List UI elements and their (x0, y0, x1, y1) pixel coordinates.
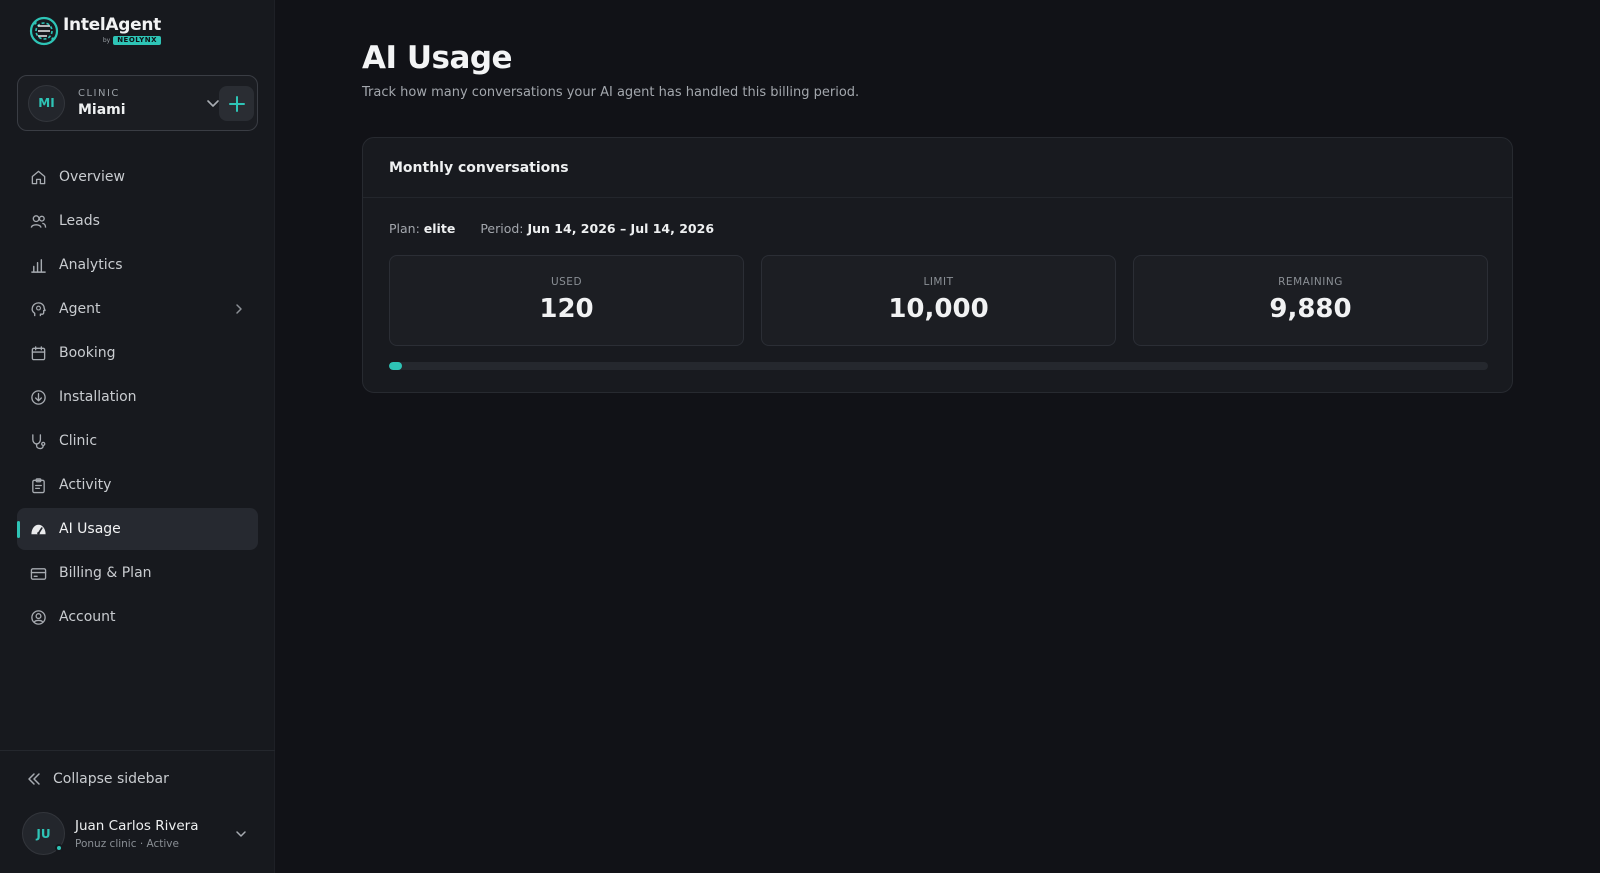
sidebar-item-activity[interactable]: Activity (17, 464, 258, 506)
sidebar-item-label: AI Usage (59, 521, 121, 537)
sidebar: IntelAgent by NEOLYNX MI CLINIC Miami Ov… (0, 0, 275, 873)
sidebar-item-label: Analytics (59, 257, 123, 273)
stat-label: USED (550, 276, 583, 288)
avatar: JU (22, 812, 65, 855)
sidebar-item-billing[interactable]: Billing & Plan (17, 552, 258, 594)
sidebar-item-label: Installation (59, 389, 137, 405)
sidebar-item-label: Overview (59, 169, 125, 185)
collapse-sidebar-button[interactable]: Collapse sidebar (26, 771, 169, 787)
usage-meta: Plan: elite Period: Jun 14, 2026 – Jul 1… (389, 221, 714, 236)
stat-limit: LIMIT 10,000 (761, 255, 1116, 346)
plan-value: elite (423, 221, 456, 236)
user-name: Juan Carlos Rivera (75, 817, 199, 834)
brand-name: IntelAgent (63, 15, 161, 35)
plan-label: Plan: (389, 221, 420, 236)
clipboard-icon (32, 477, 45, 493)
sidebar-item-label: Clinic (59, 433, 98, 449)
plus-icon (228, 95, 245, 112)
add-clinic-button[interactable] (219, 86, 254, 121)
plan-info: Plan: elite (389, 221, 455, 236)
stat-value: 10,000 (888, 294, 989, 324)
sidebar-footer: Collapse sidebar JU Juan Carlos Rivera P… (0, 750, 275, 873)
clinic-avatar: MI (28, 84, 65, 122)
sidebar-item-label: Agent (59, 301, 101, 317)
usage-progress-fill (389, 362, 403, 370)
stat-value: 120 (539, 294, 594, 324)
user-menu[interactable]: JU Juan Carlos Rivera Ponuz clinic · Act… (22, 812, 257, 855)
sidebar-item-label: Booking (59, 345, 116, 361)
stat-label: LIMIT (923, 276, 954, 288)
brand-badge: NEOLYNX (113, 36, 161, 45)
period-value: Jun 14, 2026 – Jul 14, 2026 (527, 221, 715, 236)
double-chevron-left-icon (28, 773, 40, 785)
usage-card: Monthly conversations Plan: elite Period… (362, 137, 1513, 393)
usage-stats: USED 120 LIMIT 10,000 REMAINING 9,880 (389, 255, 1488, 346)
bar-chart-icon (31, 258, 46, 273)
chevron-down-icon[interactable] (233, 826, 249, 842)
clinic-kicker: CLINIC (78, 88, 120, 99)
sidebar-item-label: Account (59, 609, 116, 625)
sidebar-item-label: Activity (59, 477, 112, 493)
sidebar-item-overview[interactable]: Overview (17, 156, 258, 198)
sidebar-item-booking[interactable]: Booking (17, 332, 258, 374)
calendar-icon (31, 345, 46, 360)
sidebar-nav: Overview Leads Analytics Agent Booking I… (17, 156, 258, 640)
page-title: AI Usage (362, 40, 513, 76)
sidebar-item-analytics[interactable]: Analytics (17, 244, 258, 286)
brand-by: by (102, 36, 111, 44)
period-info: Period: Jun 14, 2026 – Jul 14, 2026 (480, 221, 714, 236)
sidebar-item-clinic[interactable]: Clinic (17, 420, 258, 462)
online-status-dot (55, 844, 63, 852)
credit-card-icon (30, 567, 47, 580)
users-icon (30, 214, 47, 228)
clinic-name: Miami (78, 102, 126, 118)
home-icon (31, 170, 46, 184)
sidebar-item-label: Leads (59, 213, 100, 229)
stat-value: 9,880 (1269, 294, 1352, 324)
intelagent-logo-icon (29, 16, 59, 46)
page-subtitle: Track how many conversations your AI age… (362, 85, 860, 100)
user-circle-icon (31, 609, 46, 625)
brand-logo[interactable]: IntelAgent by NEOLYNX (29, 14, 161, 48)
usage-card-title: Monthly conversations (363, 138, 1512, 198)
chevron-right-icon (236, 304, 242, 314)
period-label: Period: (480, 221, 524, 236)
download-circle-icon (31, 389, 46, 405)
stethoscope-icon (32, 433, 46, 449)
stat-used: USED 120 (389, 255, 744, 346)
gauge-icon (31, 524, 46, 535)
sidebar-item-agent[interactable]: Agent (17, 288, 258, 330)
sidebar-item-ai-usage[interactable]: AI Usage (17, 508, 258, 550)
brain-head-icon (31, 301, 46, 316)
sidebar-item-leads[interactable]: Leads (17, 200, 258, 242)
user-meta: Ponuz clinic · Active (75, 837, 179, 850)
stat-label: REMAINING (1278, 276, 1343, 288)
sidebar-item-account[interactable]: Account (17, 596, 258, 638)
user-initials: JU (36, 826, 51, 841)
stat-remaining: REMAINING 9,880 (1133, 255, 1488, 346)
collapse-sidebar-label: Collapse sidebar (53, 771, 169, 787)
usage-progress-bar (389, 362, 1488, 370)
sidebar-item-label: Billing & Plan (59, 565, 152, 581)
clinic-selector[interactable]: MI CLINIC Miami (17, 75, 258, 131)
sidebar-item-installation[interactable]: Installation (17, 376, 258, 418)
